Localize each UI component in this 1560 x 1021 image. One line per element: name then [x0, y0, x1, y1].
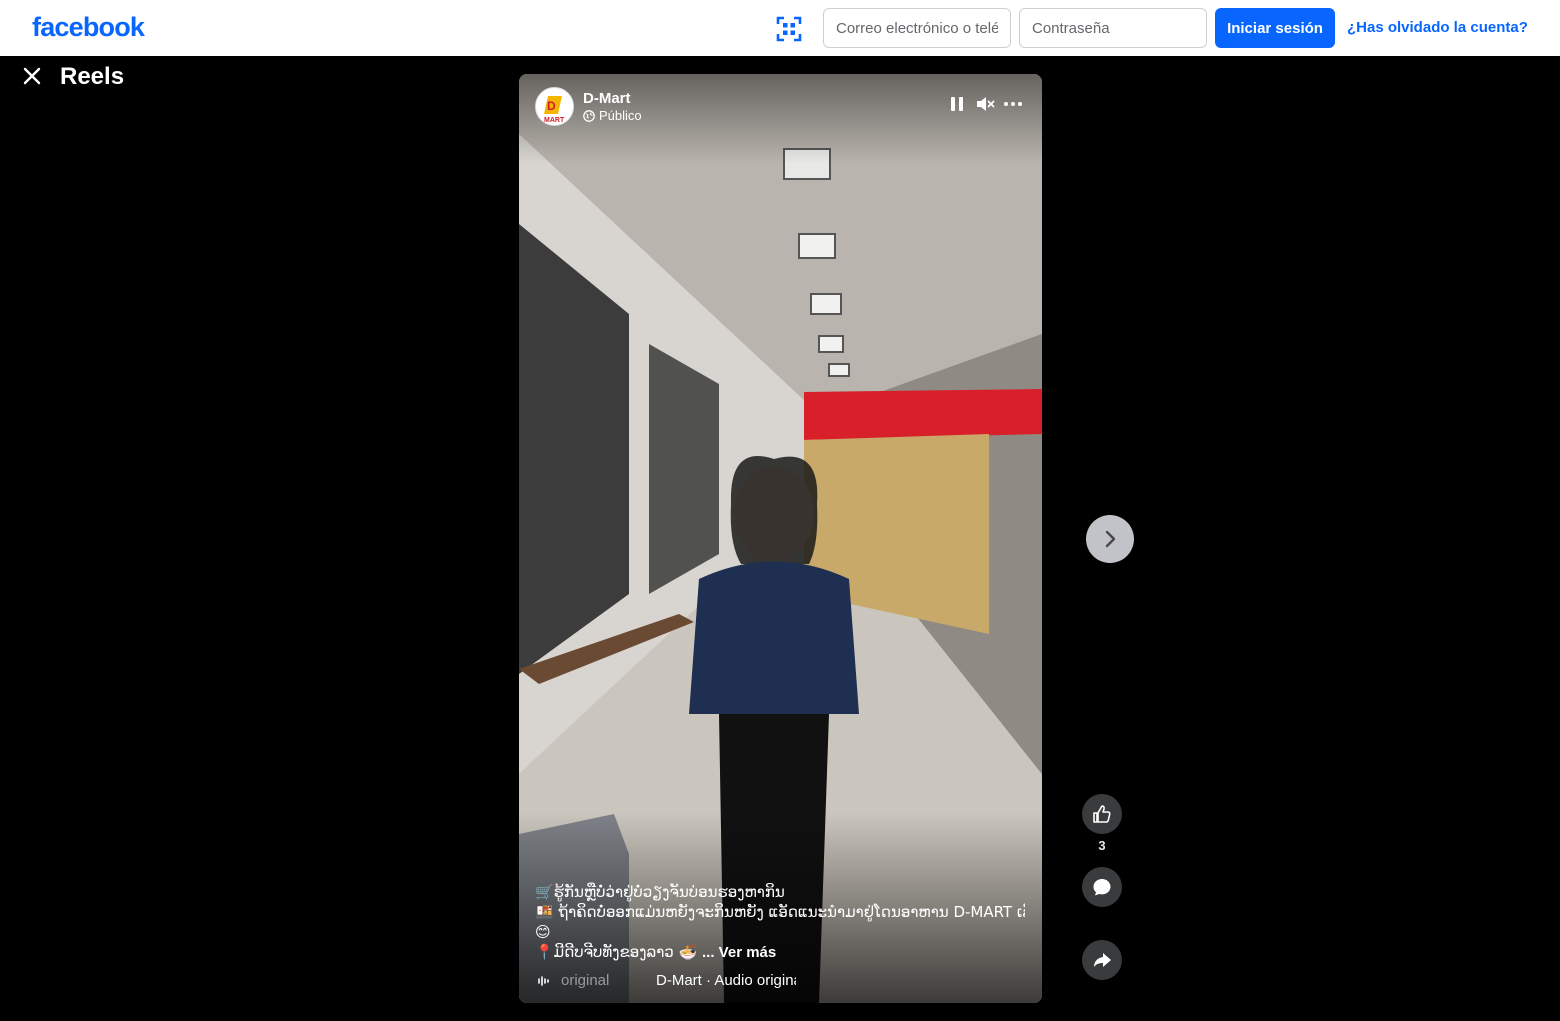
qr-scan-icon[interactable] — [776, 16, 802, 42]
caption-last-line: 📍ມີດີບຈີບທັງຂອງລາວ 🍜 — [535, 943, 702, 961]
audio-track-name: D-Mart · Audio original — [656, 972, 796, 989]
caption-line: 🛒ຮູ້ກັນຫຼືບໍ່ວ່າຢູ່ບໍ່ວຽງຈັນບ່ອນຮອງຫາກິນ — [535, 883, 785, 901]
privacy-text: Público — [599, 108, 642, 123]
caption-line: 😊 — [535, 923, 551, 941]
audio-info[interactable]: original D-Mart · Audio original — [537, 972, 796, 989]
caption-line: 🍱 ຖ້າຄິດບໍ່ອອກແມ່ນຫຍັງຈະກິນຫຍັງ ແອັດແນະນ… — [535, 903, 1025, 921]
reels-title: Reels — [60, 63, 125, 90]
share-icon — [1094, 953, 1111, 967]
top-navigation-bar: facebook Iniciar sesión ¿Has olvidado la… — [0, 0, 1560, 56]
next-reel-button[interactable] — [1086, 515, 1134, 563]
like-count: 3 — [1098, 838, 1106, 853]
like-button[interactable] — [1082, 794, 1122, 834]
reel-caption: 🛒ຮູ້ກັນຫຼືບໍ່ວ່າຢູ່ບໍ່ວຽງຈັນບ່ອນຮອງຫາກິນ… — [535, 882, 1025, 963]
share-button[interactable] — [1082, 940, 1122, 980]
comment-icon — [1093, 879, 1111, 896]
close-icon[interactable] — [20, 64, 44, 88]
chevron-right-icon — [1105, 530, 1116, 548]
mute-icon[interactable] — [975, 94, 995, 114]
login-button[interactable]: Iniciar sesión — [1215, 8, 1335, 48]
audio-previous-text: original — [561, 972, 610, 989]
svg-text:MART: MART — [544, 117, 565, 124]
thumbs-up-icon — [1093, 805, 1111, 823]
forgot-account-link[interactable]: ¿Has olvidado la cuenta? — [1347, 19, 1528, 36]
page-name[interactable]: D-Mart — [583, 90, 631, 107]
comment-button[interactable] — [1082, 867, 1122, 907]
more-icon[interactable] — [1003, 94, 1023, 114]
email-field[interactable] — [823, 8, 1011, 48]
pause-icon[interactable] — [947, 94, 967, 114]
reel-video[interactable]: D MART D-Mart Público 🛒ຮູ້ກັນຫຼືບໍ່ວ່າຢູ… — [519, 74, 1042, 1003]
svg-text:D: D — [547, 99, 556, 113]
facebook-logo[interactable]: facebook — [32, 12, 145, 43]
caption-line: 📍ມີດີບຈີບທັງຂອງລາວ 🍜 ... Ver más — [535, 942, 1025, 963]
globe-icon — [583, 109, 595, 122]
audio-wave-icon — [538, 975, 549, 986]
see-more-link[interactable]: ... Ver más — [702, 944, 776, 961]
privacy-label: Público — [583, 108, 642, 123]
password-field[interactable] — [1019, 8, 1207, 48]
page-avatar[interactable]: D MART — [535, 87, 574, 126]
